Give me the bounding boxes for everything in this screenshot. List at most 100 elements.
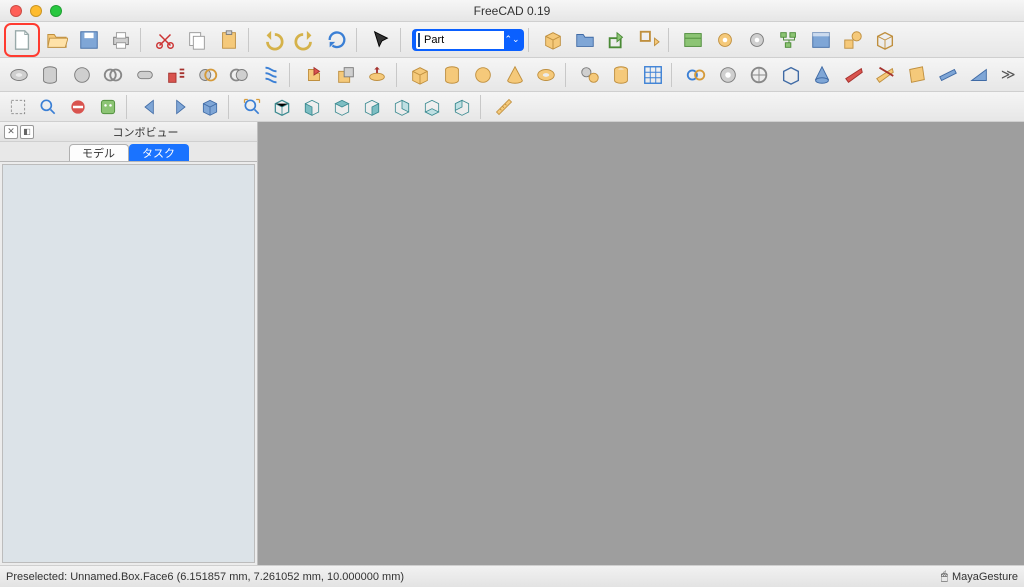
arrow-left-icon bbox=[140, 97, 160, 117]
view-iso-button[interactable] bbox=[268, 95, 296, 119]
nav-forward-button[interactable] bbox=[166, 95, 194, 119]
wedge-blue-button[interactable] bbox=[965, 61, 994, 89]
new-document-button[interactable] bbox=[7, 26, 37, 54]
printer-icon bbox=[110, 29, 132, 51]
link-make-sub-button[interactable] bbox=[634, 26, 664, 54]
zoom-fit-button[interactable] bbox=[238, 95, 266, 119]
iso-top-icon bbox=[332, 97, 352, 117]
group-button[interactable] bbox=[570, 26, 600, 54]
measure-distance-button[interactable] bbox=[490, 95, 518, 119]
view-rear-button[interactable] bbox=[388, 95, 416, 119]
window-maximize-button[interactable] bbox=[50, 5, 62, 17]
rings-chain-icon bbox=[685, 64, 707, 86]
panel-undock-button[interactable]: ◧ bbox=[20, 125, 34, 139]
bool1-button[interactable] bbox=[193, 61, 222, 89]
primitive-sphere-button[interactable] bbox=[469, 61, 498, 89]
nav-cube-button[interactable] bbox=[196, 95, 224, 119]
toolbar-overflow-button[interactable]: ≫ bbox=[996, 66, 1020, 83]
capsule-grey-button[interactable] bbox=[130, 61, 159, 89]
panel-button[interactable] bbox=[806, 26, 836, 54]
gear-set-button[interactable] bbox=[575, 61, 604, 89]
redo-button[interactable] bbox=[290, 26, 320, 54]
box-wire-button[interactable] bbox=[776, 61, 805, 89]
print-button[interactable] bbox=[106, 26, 136, 54]
torus-grey-icon bbox=[8, 64, 30, 86]
python-console-button[interactable] bbox=[94, 95, 122, 119]
view-top-button[interactable] bbox=[328, 95, 356, 119]
bool1-icon bbox=[197, 64, 219, 86]
save-icon bbox=[78, 29, 100, 51]
wireframe-button[interactable] bbox=[870, 26, 900, 54]
v1-icon bbox=[717, 64, 739, 86]
sheet-gold-button[interactable] bbox=[902, 61, 931, 89]
view-bottom-button[interactable] bbox=[418, 95, 446, 119]
intersect-button[interactable] bbox=[331, 61, 360, 89]
shapes-button[interactable] bbox=[838, 26, 868, 54]
iso-front-icon bbox=[302, 97, 322, 117]
view-left-button[interactable] bbox=[448, 95, 476, 119]
extrude-red-button[interactable] bbox=[161, 61, 190, 89]
save-document-button[interactable] bbox=[74, 26, 104, 54]
window-close-button[interactable] bbox=[10, 5, 22, 17]
link-make-button[interactable] bbox=[602, 26, 632, 54]
workbench-selector[interactable]: Part ⌃⌄ bbox=[412, 29, 524, 51]
tab-task[interactable]: タスク bbox=[129, 144, 189, 161]
helix-button[interactable] bbox=[256, 61, 285, 89]
box-gold-icon bbox=[409, 64, 431, 86]
bbox-button[interactable] bbox=[4, 95, 32, 119]
union-button[interactable] bbox=[299, 61, 328, 89]
grid-blue-button[interactable] bbox=[638, 61, 667, 89]
v2-button[interactable] bbox=[744, 61, 773, 89]
window-minimize-button[interactable] bbox=[30, 5, 42, 17]
nav-back-button[interactable] bbox=[136, 95, 164, 119]
navigation-style[interactable]: MayaGesture bbox=[952, 571, 1018, 583]
torus-grey-button[interactable] bbox=[4, 61, 33, 89]
plane-red-button[interactable] bbox=[839, 61, 868, 89]
bool2-button[interactable] bbox=[224, 61, 253, 89]
torus-gold-icon bbox=[535, 64, 557, 86]
view-right-button[interactable] bbox=[358, 95, 386, 119]
primitive-torus-button[interactable] bbox=[532, 61, 561, 89]
bar-blue-button[interactable] bbox=[933, 61, 962, 89]
folder-icon bbox=[574, 29, 596, 51]
settings-grey-button[interactable] bbox=[742, 26, 772, 54]
zoom-button[interactable] bbox=[34, 95, 62, 119]
cursor-select-button[interactable] bbox=[366, 26, 396, 54]
primitive-box-button[interactable] bbox=[406, 61, 435, 89]
tree-button[interactable] bbox=[774, 26, 804, 54]
rings-grey-button[interactable] bbox=[98, 61, 127, 89]
cylinder-grey-button[interactable] bbox=[35, 61, 64, 89]
preferences-button[interactable] bbox=[710, 26, 740, 54]
part-box-button[interactable] bbox=[538, 26, 568, 54]
rings-grey-icon bbox=[102, 64, 124, 86]
open-document-button[interactable] bbox=[42, 26, 72, 54]
stop-button[interactable] bbox=[64, 95, 92, 119]
cut-button[interactable] bbox=[150, 26, 180, 54]
plane-gold-button[interactable] bbox=[870, 61, 899, 89]
tube-gold-button[interactable] bbox=[606, 61, 635, 89]
paste-button[interactable] bbox=[214, 26, 244, 54]
sphere-grey-button[interactable] bbox=[67, 61, 96, 89]
revolve-button[interactable] bbox=[362, 61, 391, 89]
undo-button[interactable] bbox=[258, 26, 288, 54]
tab-model[interactable]: モデル bbox=[69, 144, 129, 161]
refresh-button[interactable] bbox=[322, 26, 352, 54]
3d-viewport[interactable] bbox=[258, 122, 1024, 565]
v1-button[interactable] bbox=[713, 61, 742, 89]
bbox-icon bbox=[8, 97, 28, 117]
measure-button[interactable] bbox=[678, 26, 708, 54]
panel-close-button[interactable]: ✕ bbox=[4, 125, 18, 139]
primitive-cylinder-button[interactable] bbox=[437, 61, 466, 89]
toolbar-part: ≫ bbox=[0, 58, 1024, 92]
wedge-blue-icon bbox=[968, 64, 990, 86]
undo-icon bbox=[262, 29, 284, 51]
cone-rev-button[interactable] bbox=[807, 61, 836, 89]
rings-chain-button[interactable] bbox=[681, 61, 710, 89]
cone-gold-icon bbox=[504, 64, 526, 86]
view-front-button[interactable] bbox=[298, 95, 326, 119]
primitive-cone-button[interactable] bbox=[500, 61, 529, 89]
cube-nav-icon bbox=[200, 97, 220, 117]
cylinder-gold-icon bbox=[441, 64, 463, 86]
sphere-grey-icon bbox=[71, 64, 93, 86]
copy-button[interactable] bbox=[182, 26, 212, 54]
